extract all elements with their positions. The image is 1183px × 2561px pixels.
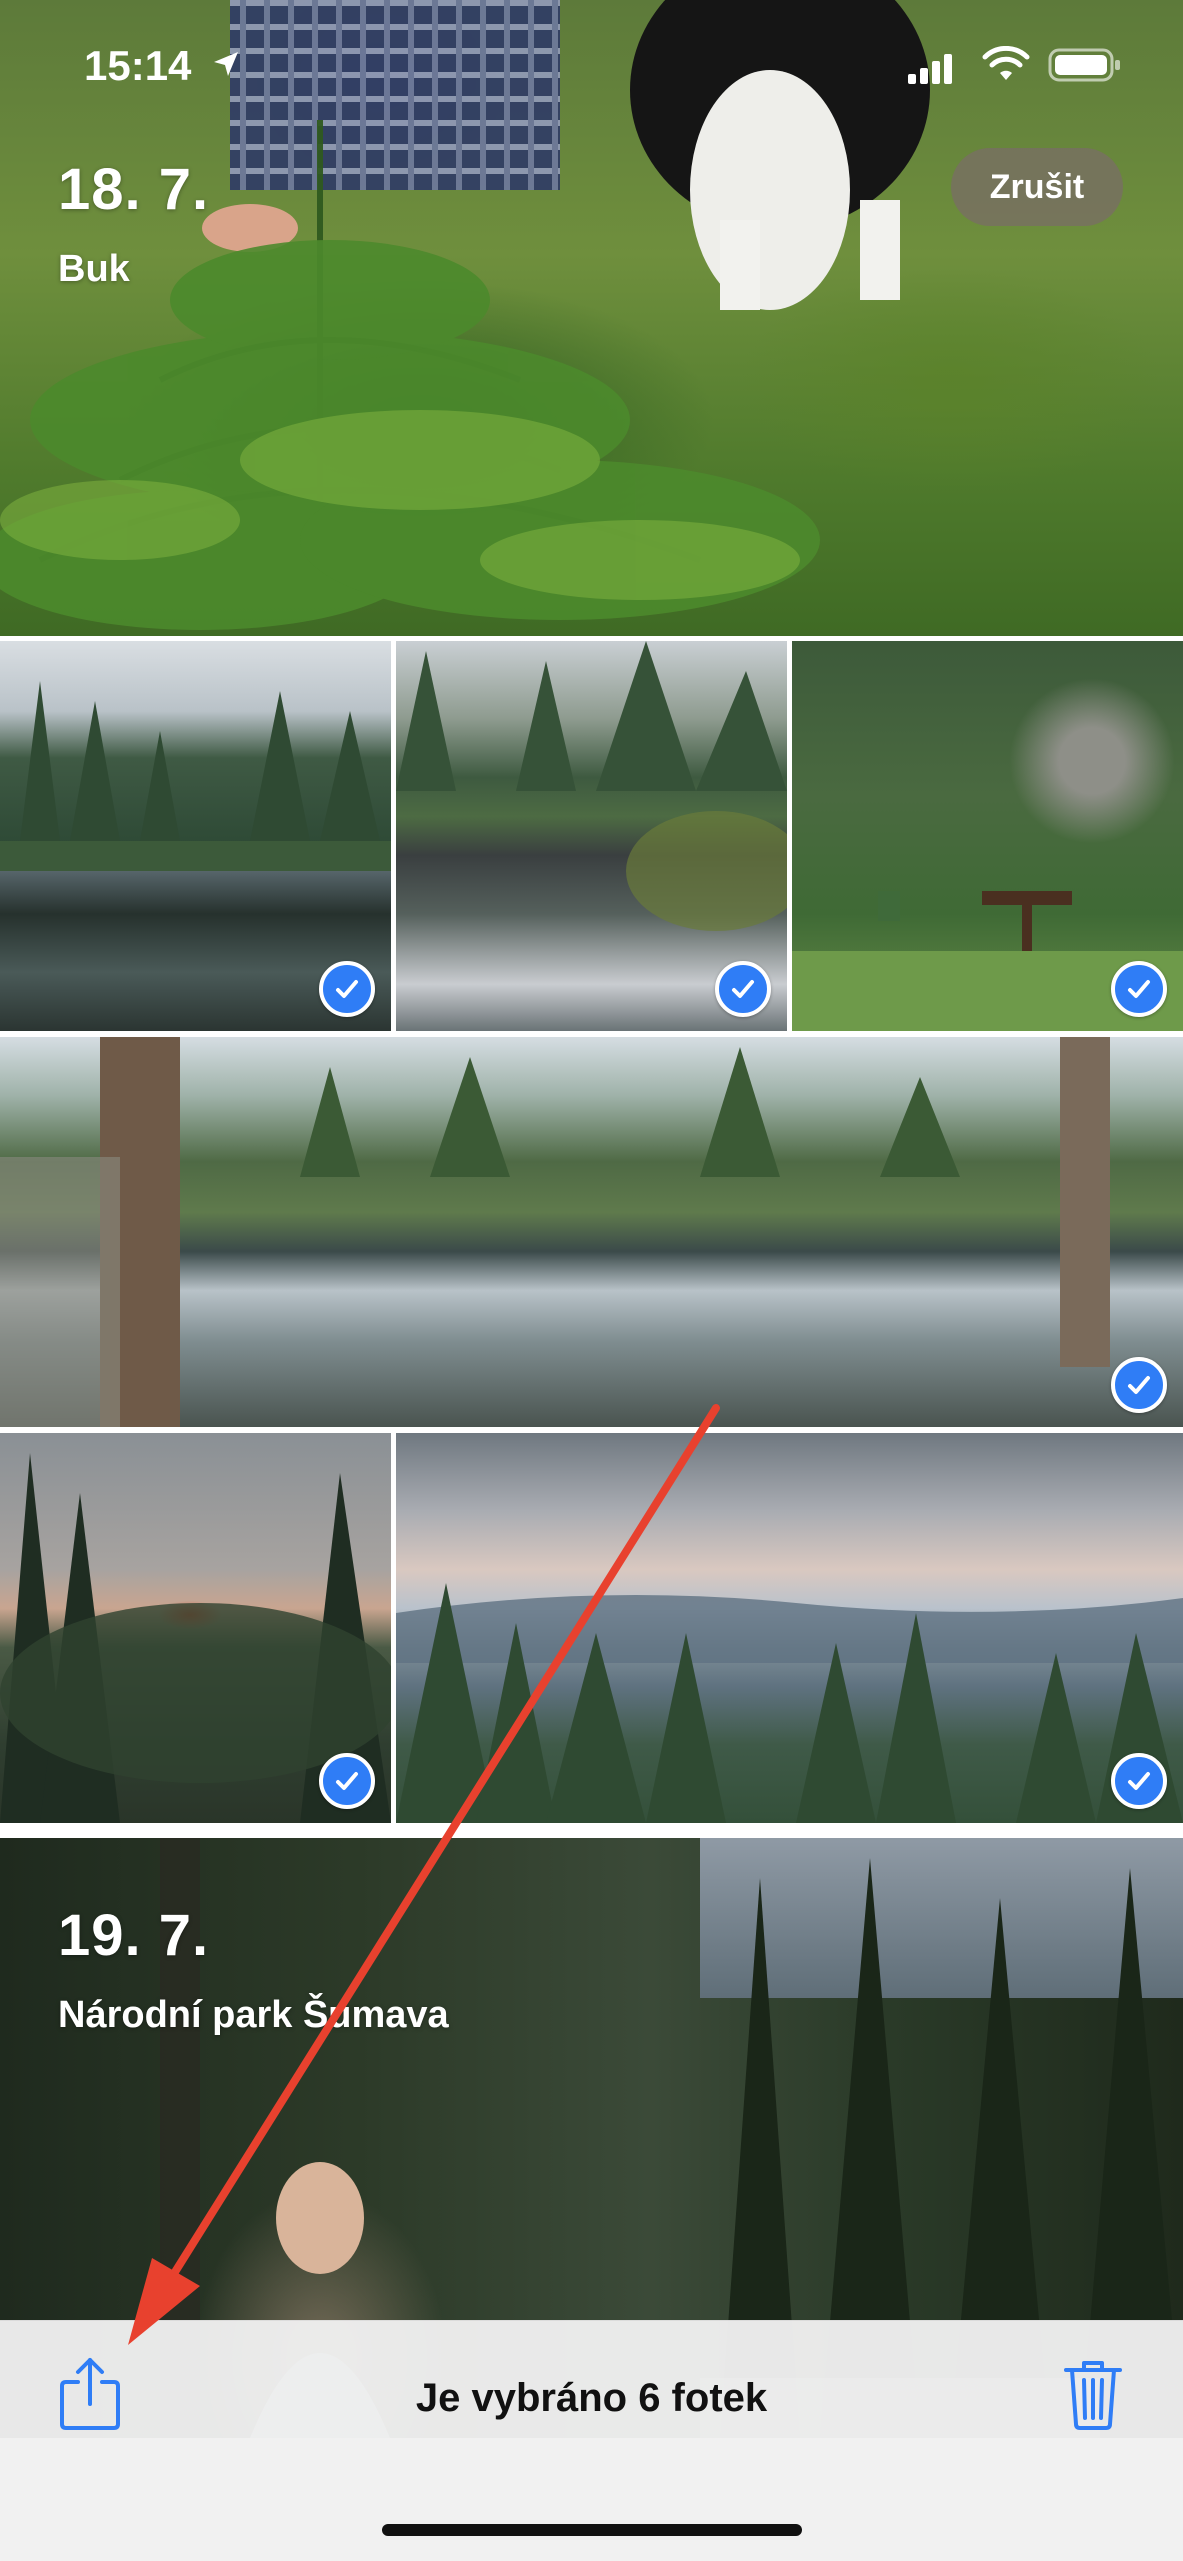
selected-checkmark-icon [1111, 1357, 1167, 1413]
photo-thumbnail[interactable] [0, 641, 391, 1031]
selected-checkmark-icon [319, 1753, 375, 1809]
selection-count-label: Je vybráno 6 fotek [415, 2376, 768, 2420]
photo-art [0, 1037, 1110, 1427]
selected-checkmark-icon [715, 961, 771, 1017]
photo-thumbnail[interactable] [0, 1433, 391, 1823]
location-arrow-icon [214, 52, 238, 76]
selected-checkmark-icon [319, 961, 375, 1017]
status-time: 15:14 [84, 42, 192, 89]
cellular-signal-icon [908, 54, 952, 84]
selected-checkmark-icon [1111, 961, 1167, 1017]
hero-photo-art [0, 0, 930, 630]
wifi-icon [982, 46, 1030, 80]
section-date: 19. 7. [58, 1903, 210, 1968]
photo-art [396, 1583, 1183, 1823]
section-date: 18. 7. [58, 157, 210, 222]
photo-thumbnail[interactable] [396, 641, 787, 1031]
selected-checkmark-icon [1111, 1753, 1167, 1809]
photo-thumbnail[interactable] [0, 1037, 1183, 1427]
trash-icon[interactable] [1062, 2358, 1124, 2430]
cancel-button[interactable]: Zrušit [951, 148, 1123, 226]
photo-thumbnail[interactable] [792, 641, 1183, 1031]
section-place: Buk [58, 248, 130, 290]
section-place: Národní park Šumava [58, 1994, 449, 2036]
photo-thumbnail[interactable] [396, 1433, 1183, 1823]
home-indicator [382, 2524, 802, 2536]
hero-photo-18-7[interactable] [0, 0, 1183, 636]
battery-icon [1048, 48, 1120, 82]
